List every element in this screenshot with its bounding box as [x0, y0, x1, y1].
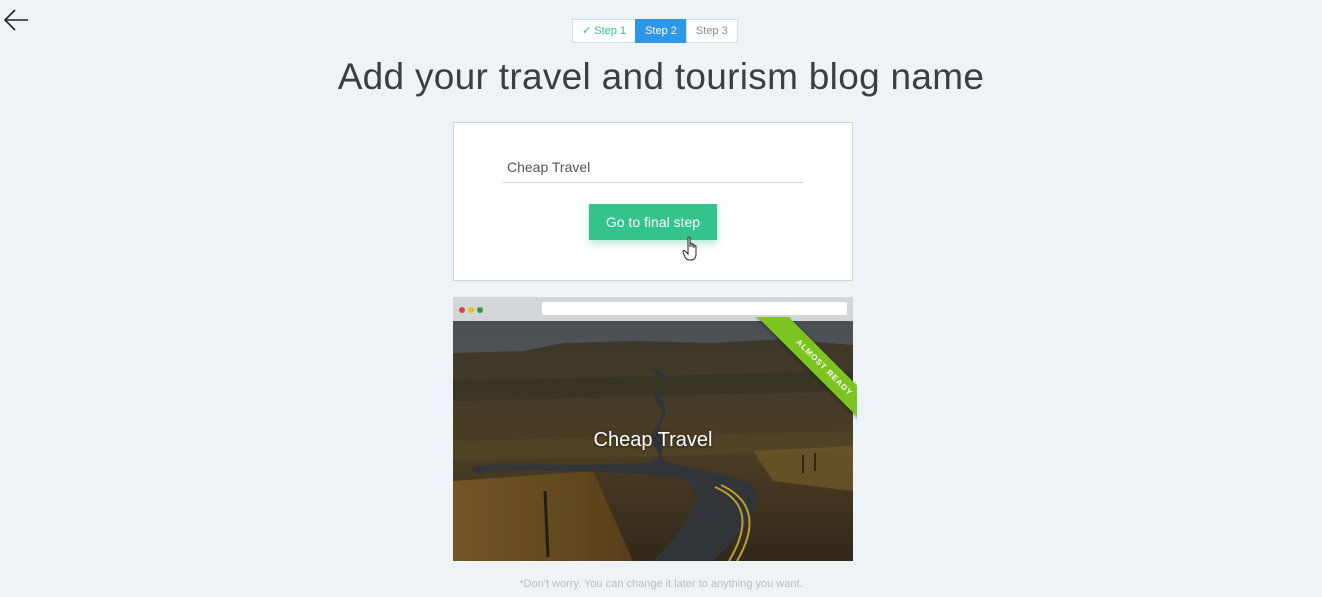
page-title: Add your travel and tourism blog name	[337, 56, 985, 97]
hand-pointer-icon	[682, 236, 697, 261]
preview-blog-title: Cheap Travel	[593, 429, 713, 451]
step-indicator: ✓ Step 1 Step 2 Step 3	[572, 19, 738, 43]
step-2-tab[interactable]: Step 2	[635, 19, 687, 43]
close-dot-icon	[459, 307, 465, 313]
step-1-tab[interactable]: ✓ Step 1	[572, 19, 637, 43]
back-arrow-icon[interactable]	[2, 6, 30, 34]
checkmark-icon: ✓	[582, 25, 592, 37]
minimize-dot-icon	[468, 307, 474, 313]
step-3-label: Step 3	[695, 25, 728, 37]
hero-image: Cheap Travel	[453, 321, 853, 561]
footnote: *Don't worry. You can change it later to…	[519, 578, 803, 590]
url-bar	[542, 302, 847, 315]
step-2-label: Step 2	[645, 25, 677, 37]
browser-bar	[453, 297, 853, 321]
maximize-dot-icon	[477, 307, 483, 313]
blog-name-form: Go to final step	[453, 122, 853, 281]
go-to-final-step-button[interactable]: Go to final step	[589, 204, 717, 240]
step-1-label: Step 1	[594, 25, 627, 37]
step-3-tab[interactable]: Step 3	[685, 19, 738, 43]
blog-preview: Cheap Travel ALMOST READY	[453, 297, 857, 561]
blog-name-input[interactable]	[503, 151, 803, 183]
